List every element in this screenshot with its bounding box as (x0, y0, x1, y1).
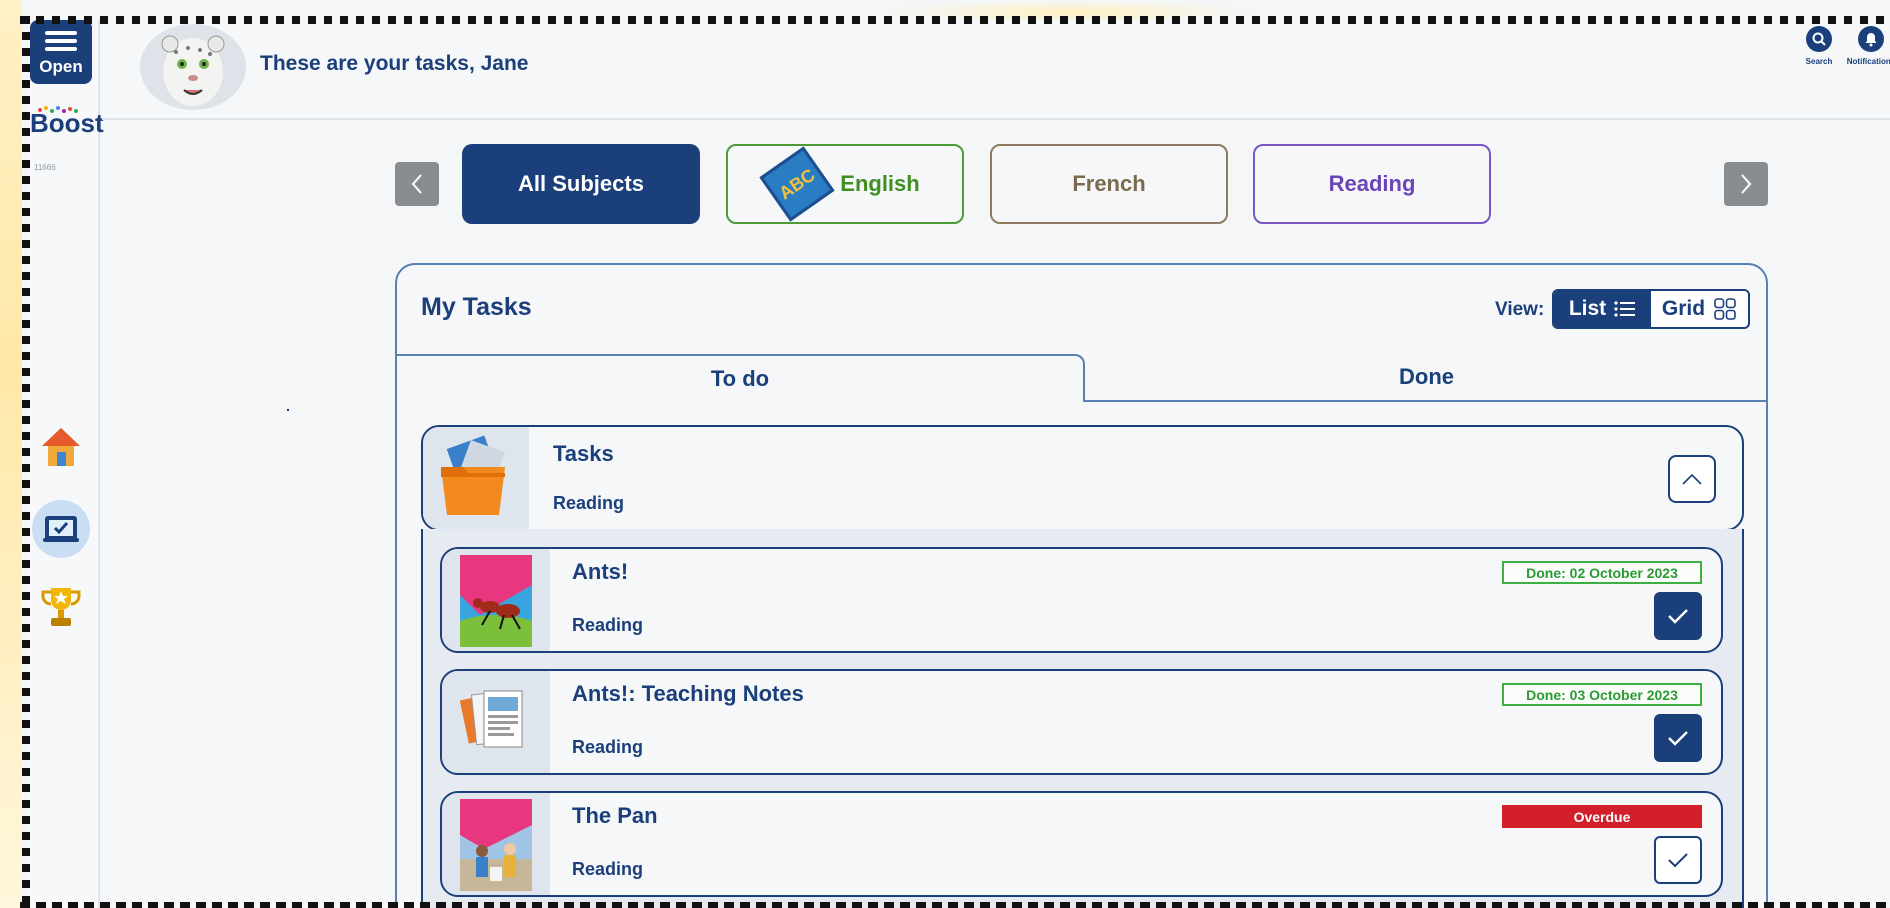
subject-all-subjects[interactable]: All Subjects (462, 144, 700, 224)
ants-book-cover-icon (460, 555, 532, 647)
task-complete-checkbox[interactable] (1654, 836, 1702, 884)
menu-button-label: Open (39, 57, 83, 76)
task-subject: Reading (572, 615, 644, 635)
stray-dot (287, 409, 289, 411)
task-title: Ants!: Teaching Notes (572, 681, 804, 706)
subject-label: All Subjects (518, 171, 644, 196)
search-icon (1806, 26, 1832, 52)
notifications-label: Notifications (1846, 57, 1890, 66)
task-complete-checkbox[interactable] (1654, 592, 1702, 640)
grid-icon (1714, 298, 1736, 320)
search-label: Search (1805, 57, 1833, 66)
window-edge (0, 0, 22, 908)
status-badge: Done: 03 October 2023 (1502, 683, 1702, 706)
checkmark-icon (1668, 609, 1688, 624)
the-pan-book-cover-icon (460, 799, 532, 891)
tab-to-do-label: To do (710, 366, 770, 391)
subject-english[interactable]: ABC English (726, 144, 964, 224)
task-thumbnail (442, 671, 550, 773)
frame-border-bottom (20, 902, 1890, 908)
tab-done[interactable]: Done (1085, 354, 1766, 402)
tab-done-label: Done (1399, 364, 1454, 389)
sidebar-item-home[interactable] (34, 420, 88, 474)
notifications-button[interactable]: Notifications (1846, 26, 1890, 66)
subject-label: French (1072, 171, 1146, 196)
task-title: Ants! (572, 559, 629, 584)
hamburger-icon (45, 27, 77, 55)
menu-button[interactable]: Open (30, 20, 92, 84)
view-toggle: List Grid (1552, 289, 1750, 329)
carousel-prev-button[interactable] (395, 162, 439, 206)
view-list-button[interactable]: List (1554, 291, 1651, 327)
status-badge: Overdue (1502, 805, 1702, 828)
page-title: These are your tasks, Jane (260, 52, 529, 75)
tab-to-do[interactable]: To do (397, 354, 1085, 402)
task-subject: Reading (572, 737, 644, 757)
task-thumbnail (442, 549, 550, 651)
checkmark-icon (1668, 853, 1688, 868)
folder-icon (441, 435, 505, 515)
chevron-right-icon (1741, 174, 1752, 194)
view-grid-button[interactable]: Grid (1651, 291, 1748, 327)
panel-title: My Tasks (421, 293, 532, 321)
carousel-next-button[interactable] (1724, 162, 1768, 206)
chevron-up-icon (1682, 473, 1702, 485)
group-subject: Reading (553, 493, 625, 513)
task-group-body: Ants! Reading Done: 02 October 2023 Ants… (421, 529, 1744, 908)
checkmark-icon (1668, 731, 1688, 746)
subject-label: English (840, 171, 920, 196)
task-title: The Pan (572, 803, 658, 828)
view-list-label: List (1568, 297, 1607, 320)
status-badge: Done: 02 October 2023 (1502, 561, 1702, 584)
view-grid-label: Grid (1661, 297, 1706, 320)
tasks-icon (43, 516, 79, 542)
task-thumbnail (442, 793, 550, 895)
sidebar-item-tasks[interactable] (32, 500, 90, 558)
frame-border-top (20, 16, 1890, 24)
group-title: Tasks (553, 441, 614, 466)
teaching-notes-icon (460, 690, 523, 748)
task-subject: Reading (572, 859, 644, 879)
chevron-left-icon (411, 174, 422, 194)
snow-leopard-icon (161, 35, 225, 106)
search-button[interactable]: Search (1794, 26, 1844, 66)
view-label: View: (1495, 299, 1545, 320)
sidebar-item-rewards[interactable] (34, 580, 88, 634)
home-icon (42, 428, 80, 466)
trophy-icon (41, 588, 81, 626)
my-tasks-panel: My Tasks View: List Grid To do Done Task… (395, 263, 1768, 908)
brand-logo[interactable]: Boost (30, 108, 104, 139)
task-card[interactable]: The Pan Reading Overdue (440, 791, 1723, 897)
task-card[interactable]: Ants! Reading Done: 02 October 2023 (440, 547, 1723, 653)
brand-subtext: 11666 (34, 163, 56, 172)
list-icon (1614, 301, 1636, 317)
task-complete-checkbox[interactable] (1654, 714, 1702, 762)
subject-label: Reading (1328, 171, 1416, 196)
task-group-header: Tasks Reading (421, 425, 1744, 531)
subject-reading[interactable]: Reading (1253, 144, 1491, 224)
avatar[interactable] (140, 24, 246, 110)
abc-book-icon: ABC (759, 146, 835, 222)
frame-border-left (22, 16, 30, 908)
subject-french[interactable]: French (990, 144, 1228, 224)
task-card[interactable]: Ants!: Teaching Notes Reading Done: 03 O… (440, 669, 1723, 775)
collapse-button[interactable] (1668, 455, 1716, 503)
bell-icon (1858, 26, 1884, 52)
folder-thumbnail (423, 427, 529, 529)
